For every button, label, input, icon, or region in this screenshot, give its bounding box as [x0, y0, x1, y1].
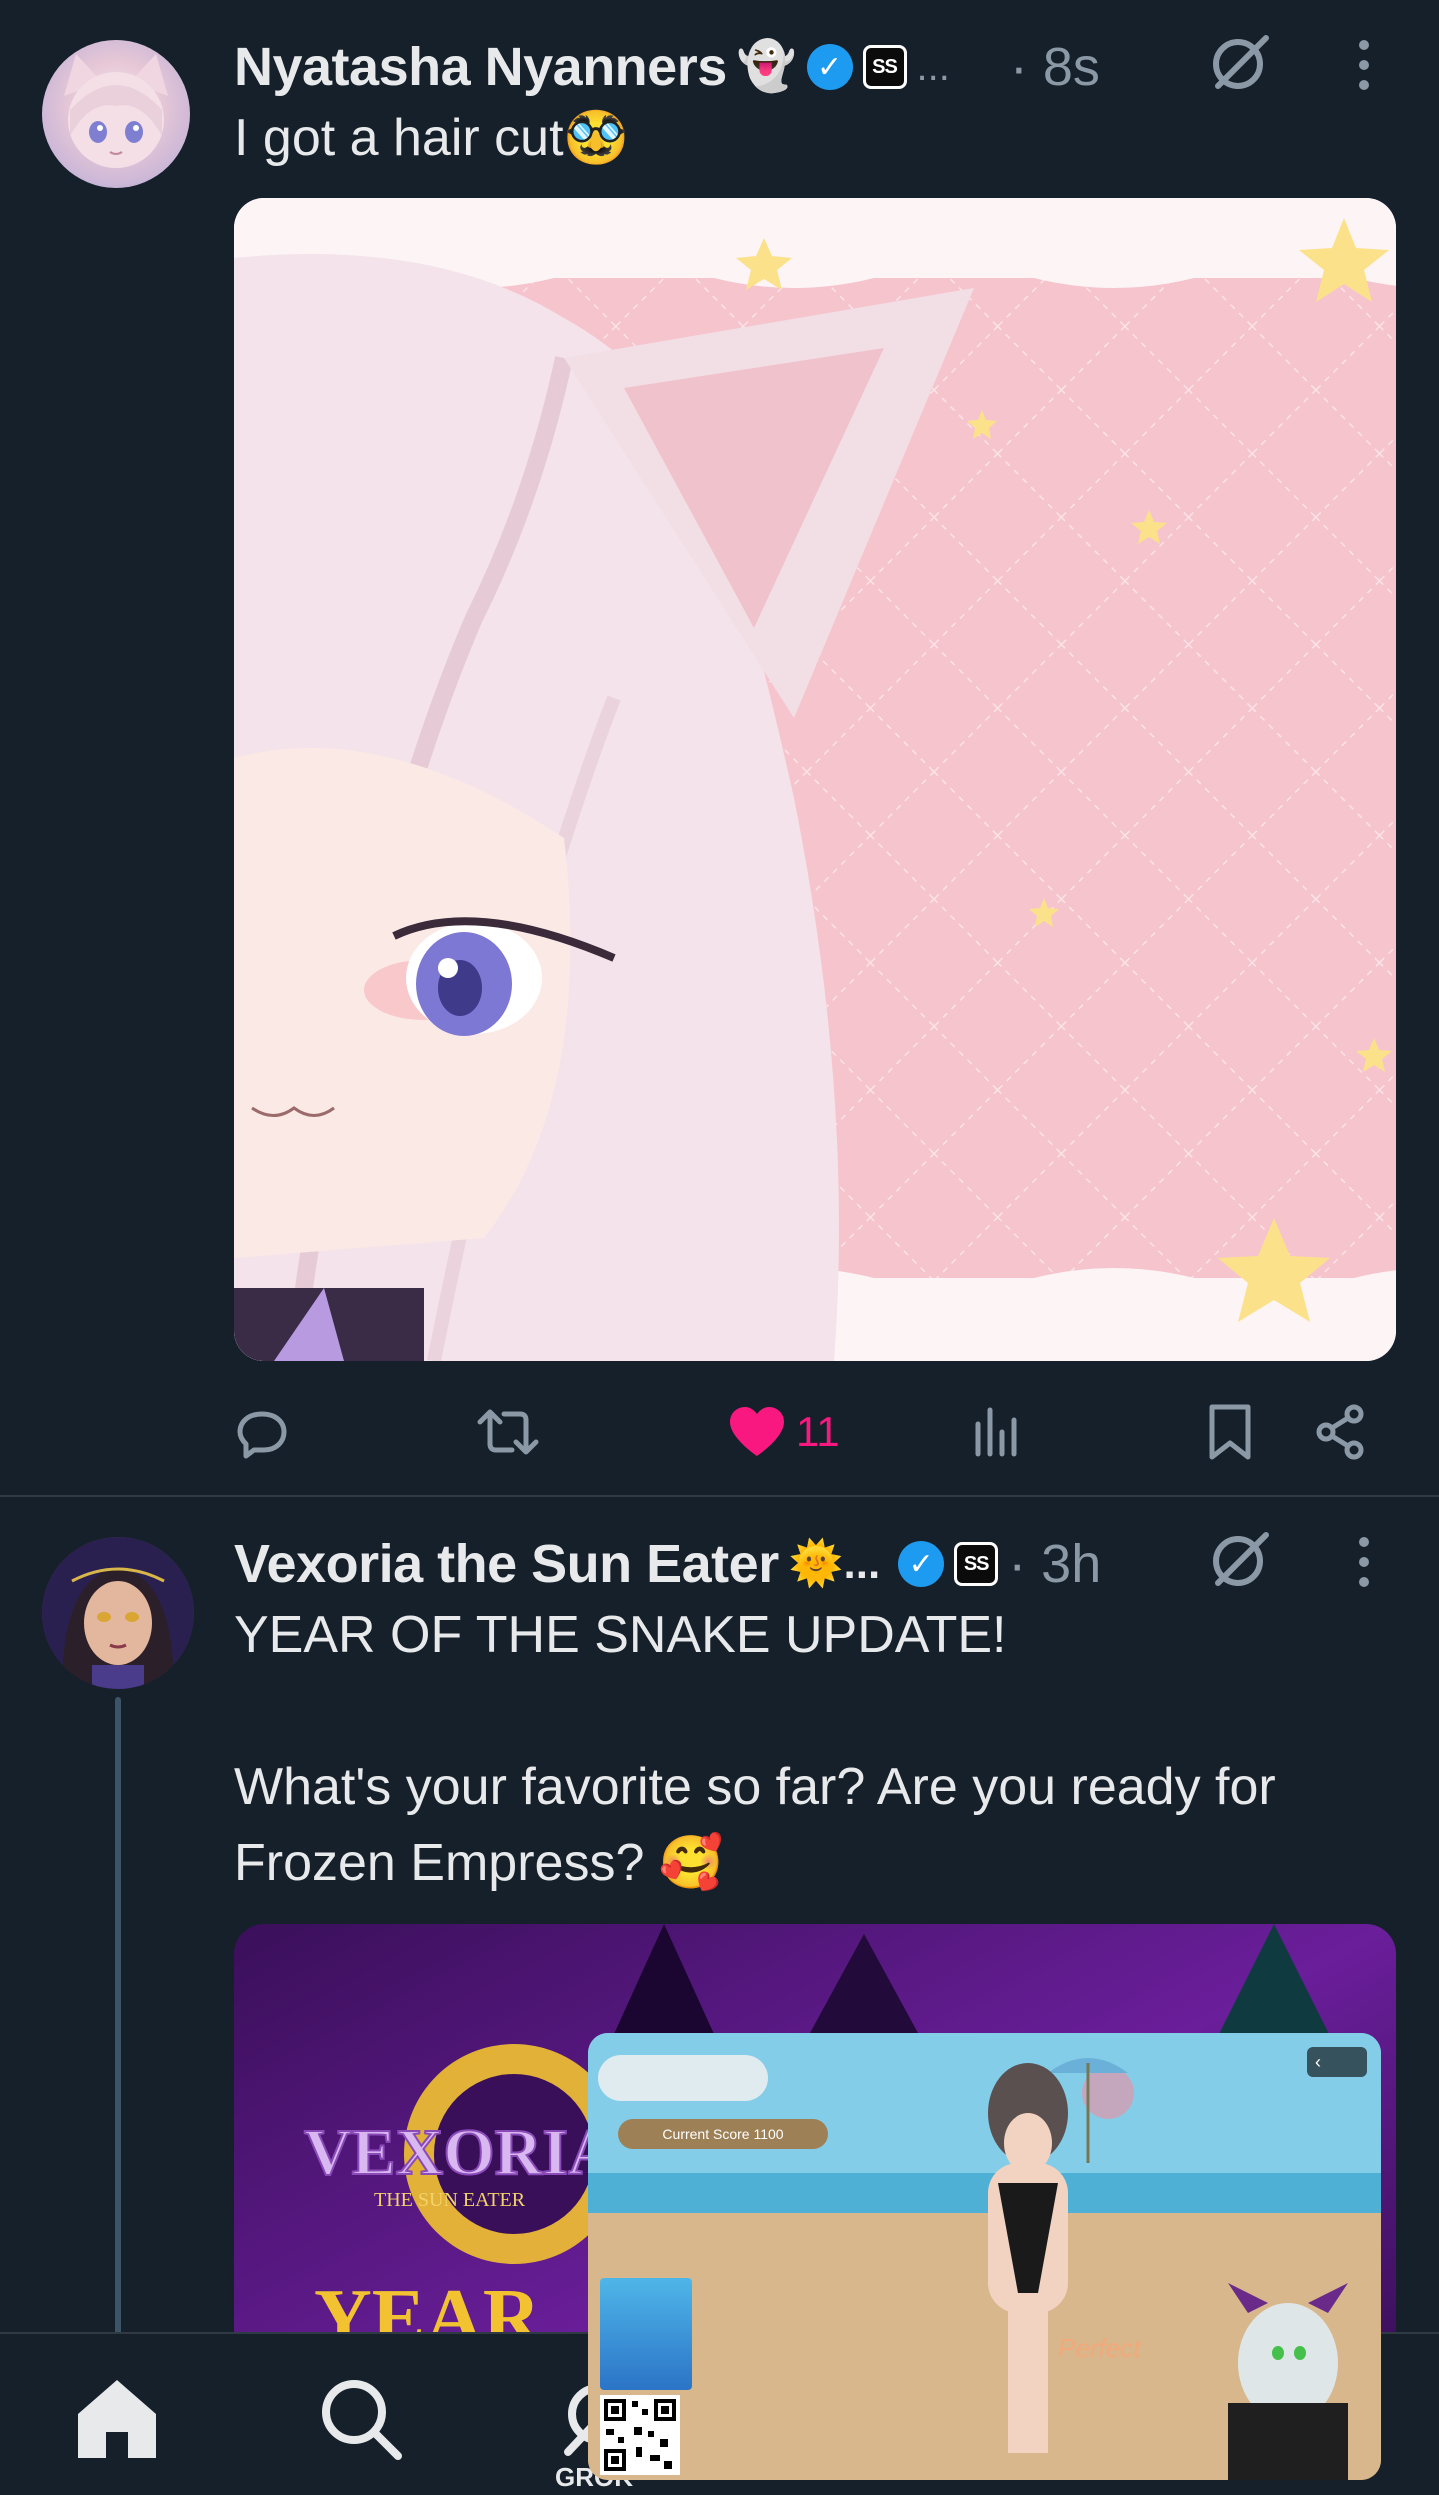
qr-code-icon[interactable]	[600, 2395, 680, 2475]
tweet-text: I got a hair cut🥸	[234, 100, 628, 176]
more-options-icon[interactable]	[1357, 1537, 1371, 1587]
bookmark-button[interactable]	[1208, 1392, 1252, 1472]
tweet-header: Vexoria the Sun Eater 🌞... ✓ SS · 3h	[234, 1529, 1101, 1599]
views-button[interactable]	[972, 1392, 1020, 1472]
tweet-text-line: I got a hair cut🥸	[234, 109, 629, 167]
perfect-text: Perfect	[1058, 2333, 1141, 2363]
tweet-text: YEAR OF THE SNAKE UPDATE! What's your fa…	[234, 1597, 1414, 1901]
vexoria-logo-subtitle: THE SUN EATER	[374, 2189, 526, 2211]
bookmark-icon	[1209, 1404, 1251, 1460]
name-truncation: ...	[916, 44, 950, 89]
grok-icon[interactable]	[1208, 30, 1272, 94]
back-arrow-icon[interactable]: ‹	[1307, 2047, 1367, 2077]
grok-icon[interactable]	[1208, 1527, 1272, 1591]
timestamp[interactable]: · 3h	[1008, 1533, 1101, 1595]
views-icon	[975, 1407, 1017, 1457]
avatar[interactable]	[42, 40, 190, 188]
share-button[interactable]	[1314, 1392, 1366, 1472]
retweet-icon	[477, 1409, 539, 1455]
tweet-text-line	[234, 1673, 1414, 1749]
tweet-image[interactable]	[234, 198, 1396, 1361]
reply-icon	[237, 1411, 287, 1459]
verified-badge-icon[interactable]: ✓	[806, 44, 853, 90]
share-icon	[1316, 1404, 1364, 1460]
display-name[interactable]: Nyatasha Nyanners	[234, 36, 727, 98]
tweet-action-bar: 11	[234, 1392, 1399, 1472]
vexoria-logo-text: VEXORIA	[304, 2116, 616, 2189]
timeline-page: Nyatasha Nyanners 👻 ✓ SS ... · 8s I got …	[0, 0, 1439, 2495]
ghost-emoji: 👻	[736, 40, 797, 93]
avatar-vexoria-image	[42, 1537, 194, 1689]
floating-video-player[interactable]: Current Score 1100 ‹ Perfect	[588, 2033, 1381, 2480]
heart-filled-icon	[730, 1407, 784, 1456]
reply-button[interactable]	[234, 1392, 290, 1472]
display-name[interactable]: Vexoria the Sun Eater	[234, 1533, 779, 1595]
ad-thumbnail[interactable]	[600, 2278, 692, 2390]
verified-badge-icon[interactable]: ✓	[898, 1541, 945, 1587]
sun-emoji: 🌞...	[788, 1539, 881, 1588]
catgirl-artwork-image	[234, 198, 1396, 1361]
search-icon[interactable]	[316, 2374, 406, 2464]
avatar-catgirl-image	[64, 54, 168, 168]
tweet-header: Nyatasha Nyanners 👻 ✓ SS ... · 8s	[234, 32, 1100, 102]
tweet-text-line: What's your favorite so far? Are you rea…	[234, 1758, 1276, 1892]
like-button[interactable]: 11	[728, 1392, 840, 1472]
timestamp[interactable]: · 8s	[1010, 36, 1100, 98]
tweet-nyatasha[interactable]: Nyatasha Nyanners 👻 ✓ SS ... · 8s I got …	[0, 0, 1439, 1497]
tweet-text-line: YEAR OF THE SNAKE UPDATE!	[234, 1606, 1007, 1664]
affiliate-badge-icon[interactable]: SS	[862, 45, 907, 89]
avatar[interactable]	[42, 1537, 194, 1689]
game-score-text: Current Score 1100	[618, 2119, 828, 2149]
home-icon[interactable]	[72, 2374, 162, 2464]
retweet-button[interactable]	[476, 1392, 540, 1472]
game-hud-bar	[598, 2055, 768, 2101]
more-options-icon[interactable]	[1357, 40, 1371, 90]
affiliate-badge-icon[interactable]: SS	[954, 1542, 999, 1586]
like-count: 11	[796, 1408, 840, 1455]
